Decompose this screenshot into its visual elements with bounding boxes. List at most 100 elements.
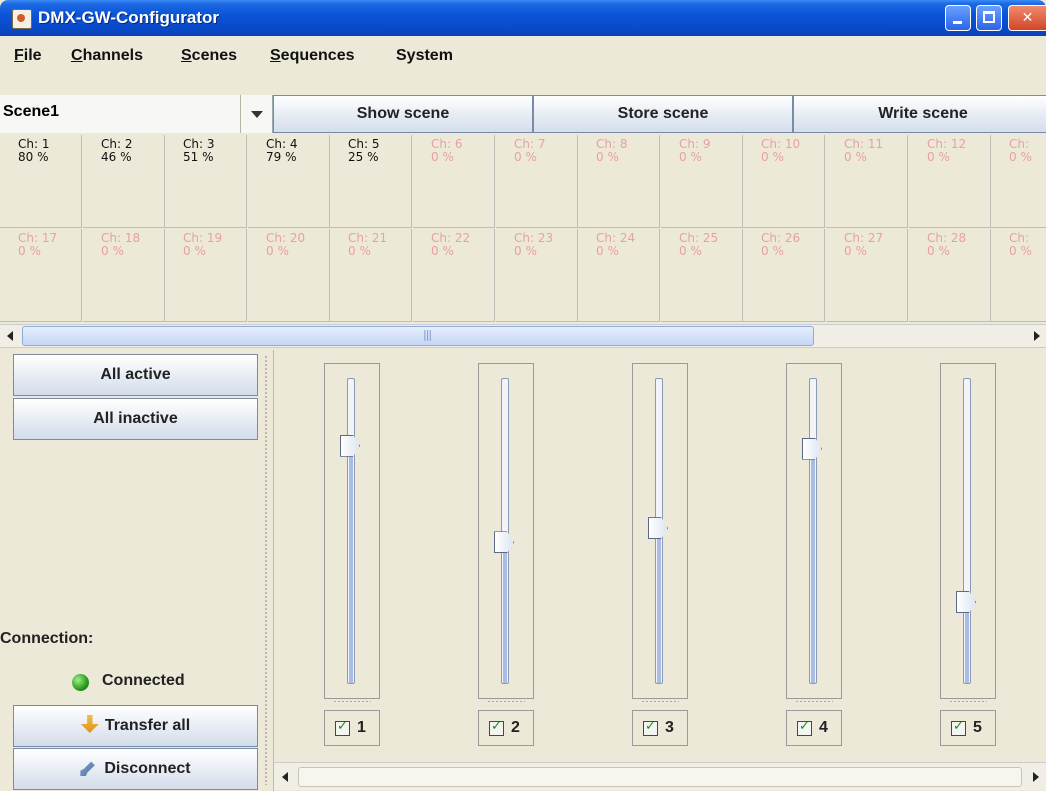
maximize-icon [983, 11, 995, 23]
channel-toggle[interactable]: 5 [940, 710, 996, 746]
channel-value: 0 % [844, 150, 867, 164]
checkbox[interactable] [643, 719, 658, 736]
channel-value: 0 % [761, 150, 784, 164]
slider-track[interactable] [809, 378, 817, 684]
channel-value: 80 % [18, 150, 49, 164]
plug-icon [80, 761, 95, 776]
chevron-down-icon[interactable] [240, 95, 274, 133]
title-bar[interactable]: DMX-GW-Configurator ✕ [0, 0, 1046, 36]
channel-cell[interactable]: Ch: 70 % [496, 135, 578, 228]
channel-toggle[interactable]: 1 [324, 710, 380, 746]
resize-grip [949, 700, 987, 703]
channel-toggle[interactable]: 3 [632, 710, 688, 746]
slider-track[interactable] [501, 378, 509, 684]
channel-toggle[interactable]: 2 [478, 710, 534, 746]
slider-thumb[interactable] [340, 434, 360, 457]
slider-fill [965, 603, 969, 683]
scrollbar-track[interactable] [298, 767, 1022, 787]
menu-bar [0, 36, 1046, 92]
channel-cell[interactable]: Ch: 24 0 % [578, 229, 660, 322]
channel-toggle-label: 3 [665, 719, 674, 736]
all-inactive-button[interactable]: All inactive [13, 398, 258, 440]
channel-cell[interactable]: Ch: 180 % [0, 135, 82, 228]
channel-cell[interactable]: Ch: 17 0 % [0, 229, 82, 322]
channel-cell[interactable]: Ch: 26 0 % [743, 229, 825, 322]
store-scene-button[interactable]: Store scene [533, 95, 793, 133]
scroll-right-icon[interactable] [1025, 767, 1045, 787]
fader-slider[interactable] [940, 363, 996, 699]
checkbox[interactable] [335, 719, 350, 736]
channel-cell[interactable]: Ch: 25 0 % [661, 229, 743, 322]
channel-cell[interactable]: Ch: 0 % [991, 135, 1046, 228]
scene-toolbar: Scene1 Show scene Store scene Write scen… [0, 95, 1046, 135]
scroll-right-icon[interactable] [1026, 326, 1046, 346]
channel-value: 0 % [266, 244, 289, 258]
disconnect-button[interactable]: Disconnect [13, 748, 258, 790]
channel-cell[interactable]: Ch: 4 79 % [248, 135, 330, 228]
channel-cell[interactable]: Ch: 11 0 % [826, 135, 908, 228]
channel-cell[interactable]: Ch: 21 0 % [330, 229, 412, 322]
channel-cell[interactable]: Ch: 180 % [83, 229, 165, 322]
channel-cell[interactable]: Ch: 60 % [413, 135, 495, 228]
menu-scenes[interactable]: Scenes [181, 47, 237, 65]
menu-sequences-mnemonic: S [270, 47, 281, 64]
slider-track[interactable] [347, 378, 355, 684]
channel-cell[interactable]: Ch: 19 0 % [165, 229, 247, 322]
channel-cell[interactable]: Ch: 2 46 % [83, 135, 165, 228]
channel-cell[interactable]: Ch: 90 % [661, 135, 743, 228]
channel-cell[interactable]: Ch: 27 0 % [826, 229, 908, 322]
fader-panel-scrollbar[interactable] [274, 762, 1046, 790]
fader-slider[interactable] [324, 363, 380, 699]
channel-value: 51 % [183, 150, 214, 164]
channel-value: 0 % [761, 244, 784, 258]
channel-cell[interactable]: Ch: 5 25 % [330, 135, 412, 228]
slider-track[interactable] [963, 378, 971, 684]
channel-cell[interactable]: Ch: 28 0 % [909, 229, 991, 322]
checkbox[interactable] [951, 719, 966, 736]
channel-value: 0 % [514, 244, 537, 258]
channel-toggle-label: 5 [973, 719, 982, 736]
channel-value: 79 % [266, 150, 297, 164]
slider-thumb[interactable] [956, 591, 976, 613]
channel-cell[interactable]: Ch: 12 0 % [909, 135, 991, 228]
maximize-button[interactable] [976, 5, 1002, 31]
connection-label: Connection: [0, 630, 94, 647]
channel-cell[interactable]: Ch: 10 0 % [743, 135, 825, 228]
channel-cell[interactable]: Ch: 80 % [578, 135, 660, 228]
checkbox[interactable] [797, 719, 812, 736]
slider-thumb[interactable] [802, 437, 822, 460]
menu-sequences[interactable]: Sequences [270, 47, 354, 65]
checkbox[interactable] [489, 719, 504, 736]
channel-cell[interactable]: Ch: 20 0 % [248, 229, 330, 322]
scroll-left-icon[interactable] [1, 326, 21, 346]
slider-thumb[interactable] [494, 531, 514, 554]
resize-grip [333, 700, 371, 703]
show-scene-button[interactable]: Show scene [273, 95, 533, 133]
close-button[interactable]: ✕ [1008, 5, 1046, 31]
channel-value: 25 % [348, 150, 379, 164]
channel-cell[interactable]: Ch: 23 0 % [496, 229, 578, 322]
write-scene-button[interactable]: Write scene [793, 95, 1046, 133]
split-pane-divider[interactable] [259, 350, 273, 791]
scrollbar-thumb[interactable] [22, 326, 814, 346]
resize-grip [795, 700, 833, 703]
slider-fill [811, 449, 815, 683]
transfer-all-button[interactable]: Transfer all [13, 705, 258, 747]
fader-slider[interactable] [478, 363, 534, 699]
menu-system[interactable]: System [396, 47, 453, 65]
scene-select[interactable]: Scene1 [0, 95, 273, 133]
channel-cell[interactable]: Ch: 22 0 % [413, 229, 495, 322]
channel-cell[interactable]: Ch: 0 % [991, 229, 1046, 322]
menu-file[interactable]: File [14, 47, 42, 65]
channel-toggle[interactable]: 4 [786, 710, 842, 746]
channel-value: 0 % [596, 244, 619, 258]
slider-thumb[interactable] [648, 517, 668, 540]
fader-slider[interactable] [632, 363, 688, 699]
minimize-button[interactable] [945, 5, 971, 31]
fader-slider[interactable] [786, 363, 842, 699]
all-active-button[interactable]: All active [13, 354, 258, 396]
menu-channels[interactable]: Channels [71, 47, 143, 65]
channel-cell[interactable]: Ch: 3 51 % [165, 135, 247, 228]
scroll-left-icon[interactable] [276, 767, 296, 787]
channel-grid-scrollbar[interactable] [0, 324, 1046, 348]
